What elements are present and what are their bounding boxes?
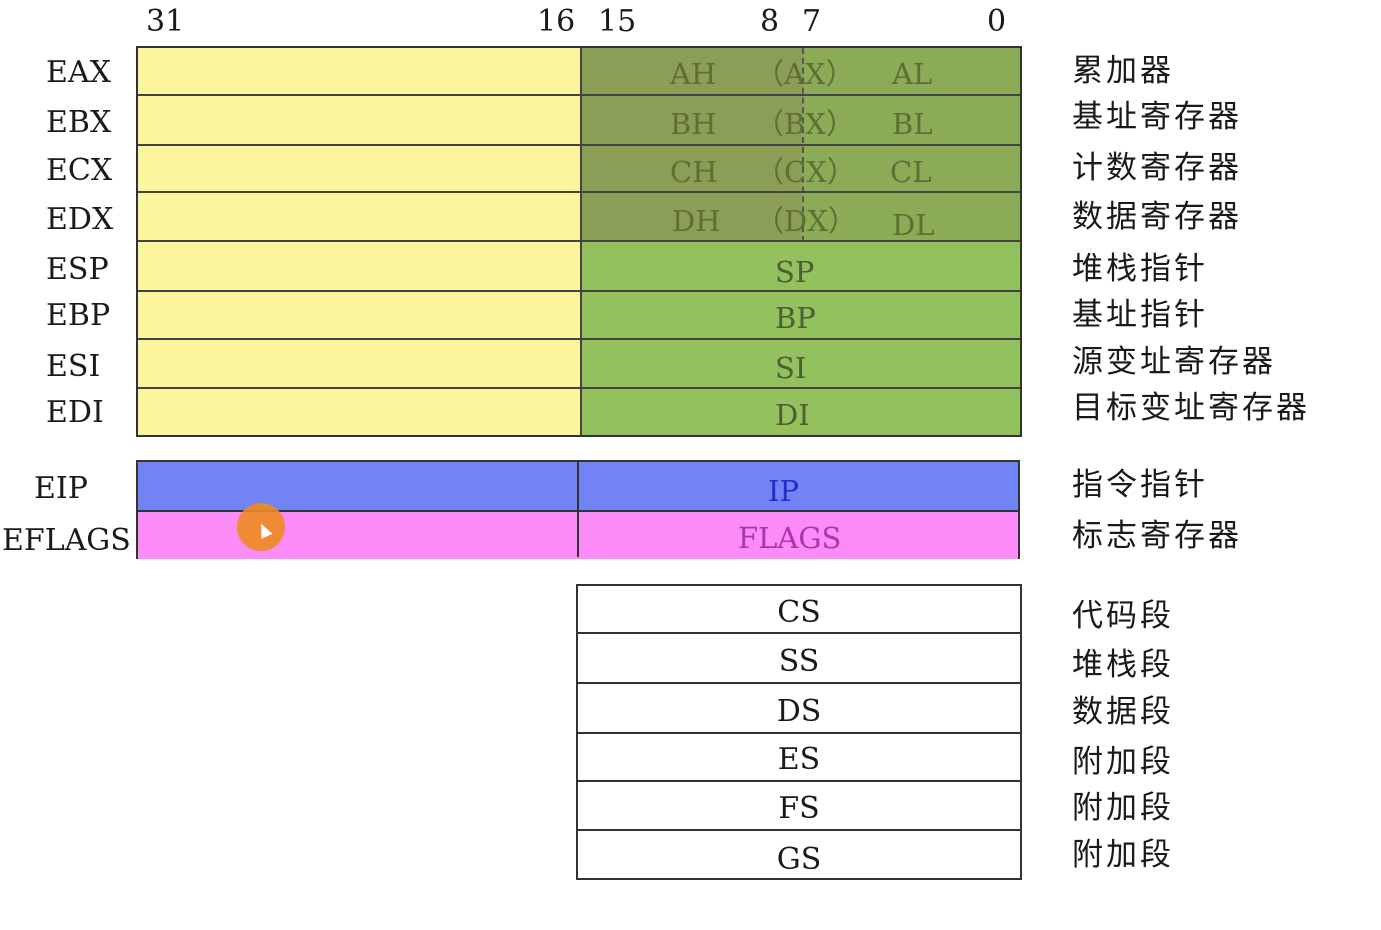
desc-gs: 附加段	[1072, 837, 1174, 873]
row-divider	[578, 829, 1020, 831]
dh-label: DH	[672, 204, 721, 238]
desc-esp: 堆栈指针	[1072, 251, 1208, 287]
reg-name-eax: EAX	[46, 55, 111, 90]
segment-register-block: CS SS DS ES FS GS	[576, 584, 1022, 880]
row-divider	[138, 338, 1020, 340]
desc-ss: 堆栈段	[1072, 647, 1174, 683]
reg-name-eflags: EFLAGS	[2, 523, 131, 558]
dx-label: （DX）	[755, 204, 857, 238]
row-divider	[138, 94, 1020, 96]
bh-label: BH	[670, 107, 717, 141]
bit-label-0: 0	[987, 4, 1007, 39]
row-divider	[578, 732, 1020, 734]
seg-fs: FS	[778, 791, 820, 826]
seg-gs: GS	[776, 842, 822, 877]
ch-label: CH	[670, 155, 718, 189]
bl-label: BL	[892, 107, 933, 141]
desc-eax: 累加器	[1072, 53, 1174, 89]
general-register-block: AH （AX） AL BH （BX） BL CH （CX） CL DH （DX）…	[136, 46, 1022, 437]
row-divider	[578, 780, 1020, 782]
reg-name-eip: EIP	[34, 471, 88, 506]
desc-eip: 指令指针	[1072, 467, 1208, 503]
seg-es: ES	[777, 742, 821, 777]
seg-ss: SS	[778, 644, 820, 679]
row-divider	[138, 240, 1020, 242]
reg-name-ecx: ECX	[46, 153, 113, 188]
si-label: SI	[775, 351, 807, 385]
bit-label-15: 15	[598, 4, 637, 39]
desc-fs: 附加段	[1072, 790, 1174, 826]
bit-label-31: 31	[146, 4, 185, 39]
desc-edx: 数据寄存器	[1072, 199, 1242, 235]
dl-label: DL	[892, 208, 935, 242]
desc-cs: 代码段	[1072, 598, 1174, 634]
reg-name-ebp: EBP	[46, 298, 111, 333]
al-label: AL	[892, 57, 933, 91]
desc-eflags: 标志寄存器	[1072, 518, 1242, 554]
di-label: DI	[775, 398, 810, 432]
reg-name-edi: EDI	[46, 395, 104, 430]
desc-ebx: 基址寄存器	[1072, 99, 1242, 135]
bp-label: BP	[775, 301, 816, 335]
ip-label: IP	[768, 474, 799, 508]
cx-label: （CX）	[755, 155, 856, 189]
bx-label: （BX）	[755, 107, 855, 141]
row-divider	[578, 682, 1020, 684]
ah-label: AH	[670, 57, 717, 91]
desc-ecx: 计数寄存器	[1072, 150, 1242, 186]
word-divider	[577, 462, 579, 557]
desc-es: 附加段	[1072, 744, 1174, 780]
cl-label: CL	[890, 155, 932, 189]
desc-ds: 数据段	[1072, 694, 1174, 730]
row-divider	[138, 144, 1020, 146]
seg-ds: DS	[776, 694, 822, 729]
ax-label: （AX）	[755, 57, 855, 91]
bit-label-7: 7	[802, 4, 822, 39]
desc-edi: 目标变址寄存器	[1072, 390, 1310, 426]
flags-label: FLAGS	[738, 521, 842, 555]
reg-name-ebx: EBX	[46, 105, 112, 140]
bit-label-8: 8	[760, 4, 780, 39]
reg-name-esp: ESP	[46, 252, 109, 287]
row-divider	[138, 387, 1020, 389]
seg-cs: CS	[777, 595, 821, 630]
desc-ebp: 基址指针	[1072, 297, 1208, 333]
row-divider	[578, 632, 1020, 634]
row-divider	[138, 191, 1020, 193]
reg-name-edx: EDX	[46, 202, 114, 237]
bit-label-16: 16	[537, 4, 576, 39]
sp-label: SP	[775, 255, 815, 289]
desc-esi: 源变址寄存器	[1072, 344, 1276, 380]
reg-name-esi: ESI	[46, 349, 101, 384]
row-divider	[138, 290, 1020, 292]
